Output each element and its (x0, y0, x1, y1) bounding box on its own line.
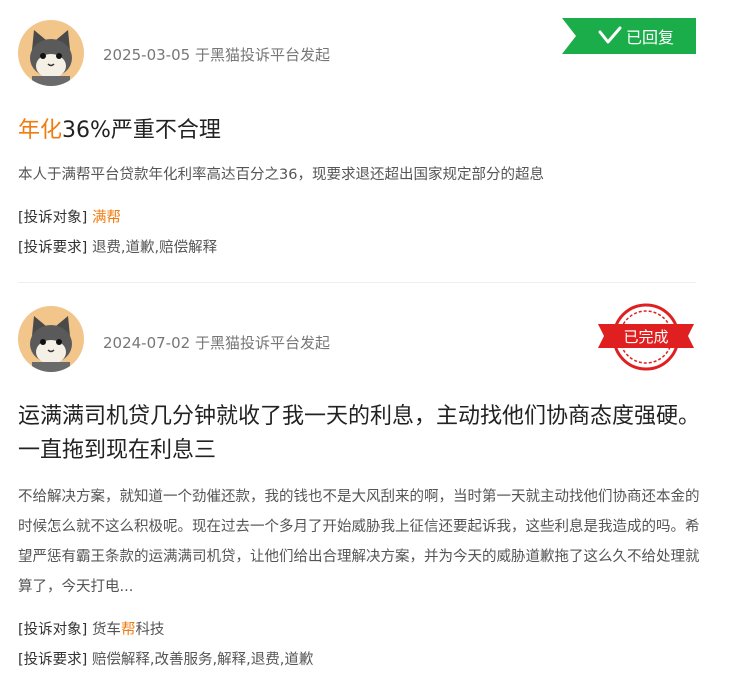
target-value[interactable]: 货车帮科技 (92, 622, 165, 638)
complaint-target-row: [投诉对象] 货车帮科技 (18, 618, 164, 639)
demand-value: 退费,道歉,赔偿解释 (91, 240, 218, 256)
demand-label: [投诉要求] (18, 652, 88, 668)
user-avatar (18, 306, 84, 372)
complaint-title[interactable]: 运满满司机贷几分钟就收了我一天的利息，主动找他们协商态度强硬。一直拖到现在利息三 (18, 400, 707, 468)
status-stamp-completed: 已完成 (596, 302, 696, 372)
complaint-date: 2024-07-02 (103, 334, 191, 352)
complaint-source: 于黑猫投诉平台发起 (194, 334, 330, 352)
status-label: 已回复 (626, 28, 674, 47)
user-avatar (18, 20, 84, 86)
cat-avatar-icon (18, 20, 84, 86)
complaint-target-row: [投诉对象] 满帮 (18, 206, 121, 227)
cat-avatar-icon (18, 306, 84, 372)
complaint-card[interactable]: 2024-07-02 于黑猫投诉平台发起 已完成 运满满司机贷几分钟就收了我一天… (0, 282, 737, 680)
title-text: 36%严重不合理 (62, 118, 221, 143)
complaint-demand-row: [投诉要求] 退费,道歉,赔偿解释 (18, 236, 217, 257)
target-value[interactable]: 满帮 (92, 210, 121, 226)
target-label: [投诉对象] (18, 622, 88, 638)
complaint-card[interactable]: 2025-03-05 于黑猫投诉平台发起 已回复 年化36%严重不合理 本人于满… (0, 0, 737, 282)
demand-value: 赔偿解释,改善服务,解释,退费,道歉 (91, 652, 314, 668)
complaint-meta: 2025-03-05 于黑猫投诉平台发起 (103, 44, 330, 65)
status-badge-replied: 已回复 (562, 18, 696, 54)
target-suffix: 科技 (135, 622, 165, 638)
target-highlight: 帮 (120, 622, 136, 638)
complaint-description: 不给解决方案，就知道一个劲催还款，我的钱也不是大风刮来的啊，当时第一天就主动找他… (18, 489, 700, 595)
target-prefix: 货车 (91, 622, 121, 638)
status-label: 已完成 (623, 328, 668, 346)
complaint-source: 于黑猫投诉平台发起 (194, 46, 330, 64)
demand-label: [投诉要求] (18, 240, 88, 256)
complaint-date: 2025-03-05 (103, 46, 191, 64)
complaint-meta: 2024-07-02 于黑猫投诉平台发起 (103, 332, 330, 353)
title-highlight: 年化 (18, 118, 63, 143)
complaint-title[interactable]: 年化36%严重不合理 (18, 114, 707, 148)
complaint-demand-row: [投诉要求] 赔偿解释,改善服务,解释,退费,道歉 (18, 648, 313, 669)
target-label: [投诉对象] (18, 210, 88, 226)
complaint-description: 本人于满帮平台贷款年化利率高达百分之36，现要求退还超出国家规定部分的超息 (18, 167, 544, 183)
